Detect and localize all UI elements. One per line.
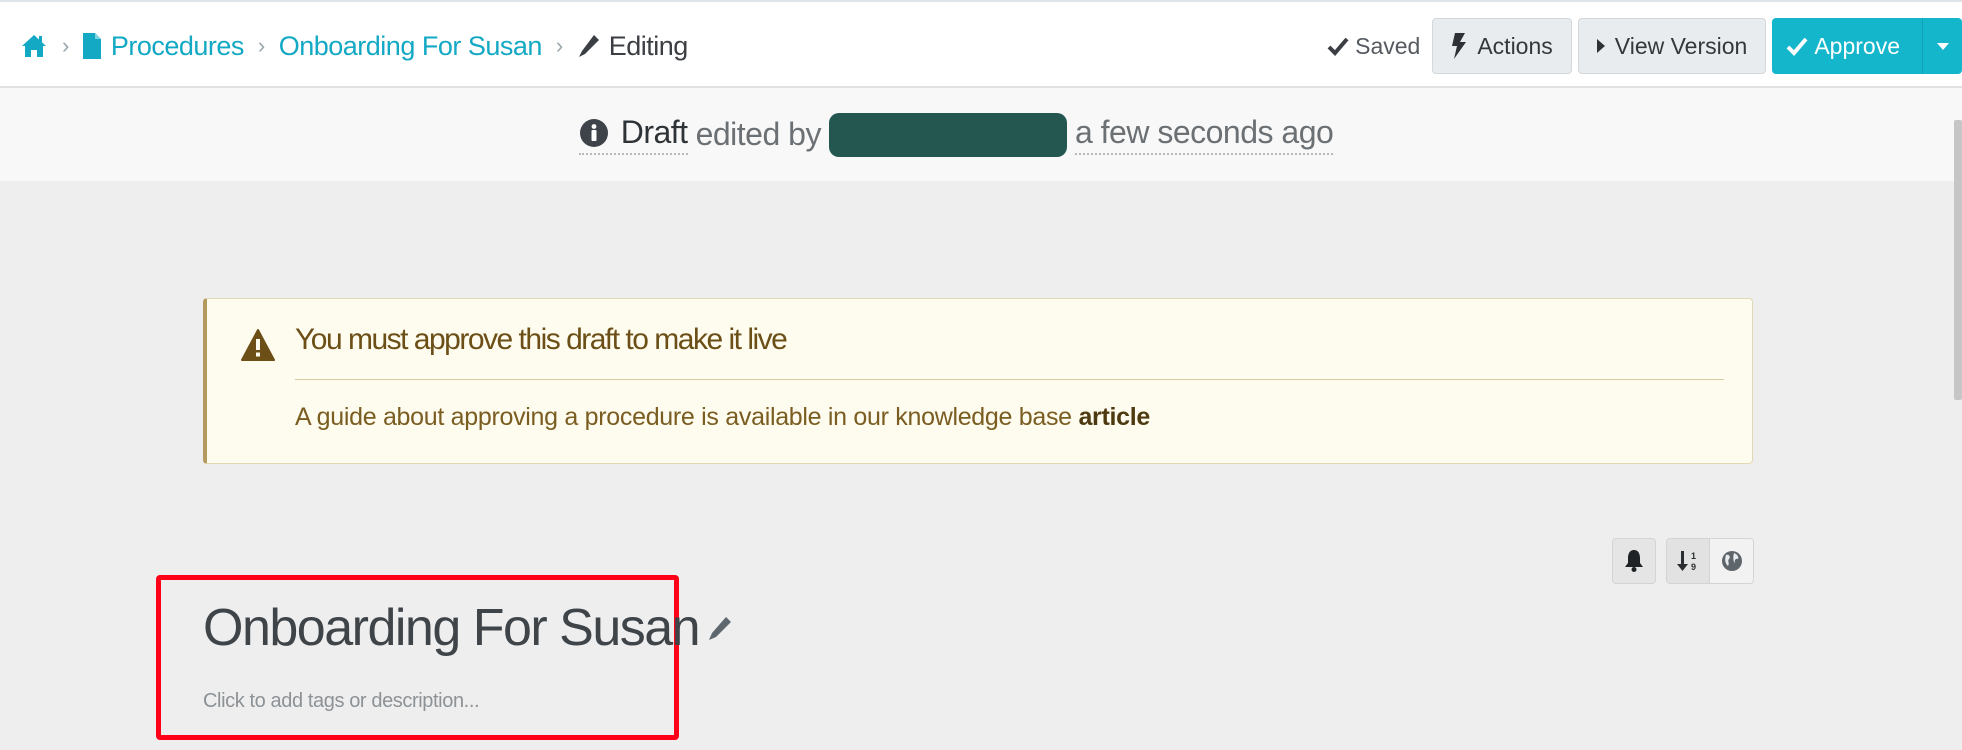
approve-button[interactable]: Approve bbox=[1772, 18, 1922, 74]
edit-title-icon[interactable] bbox=[707, 614, 733, 642]
saved-label: Saved bbox=[1355, 32, 1421, 59]
top-nav-bar: › Procedures › Onboarding For Susan › Ed… bbox=[0, 0, 1962, 88]
warning-icon bbox=[241, 329, 275, 366]
editor-name-redacted bbox=[828, 112, 1067, 157]
notice-body: A guide about approving a procedure is a… bbox=[295, 403, 1150, 432]
approve-label: Approve bbox=[1814, 32, 1900, 59]
file-icon bbox=[82, 33, 101, 59]
breadcrumb-current: Editing bbox=[577, 31, 688, 62]
toolbar: Saved Actions View Version Approve bbox=[1327, 18, 1962, 74]
breadcrumb-procedures-label: Procedures bbox=[110, 30, 245, 61]
notice-divider bbox=[295, 379, 1724, 380]
view-options-group: 1 9 bbox=[1666, 538, 1754, 584]
notice-title: You must approve this draft to make it l… bbox=[295, 323, 788, 356]
info-icon bbox=[579, 118, 609, 148]
edited-by-text: edited by bbox=[695, 116, 822, 152]
actions-label: Actions bbox=[1477, 32, 1553, 59]
draft-status[interactable]: Draft bbox=[578, 114, 688, 155]
bell-icon bbox=[1624, 549, 1644, 573]
actions-button[interactable]: Actions bbox=[1432, 18, 1572, 74]
check-icon bbox=[1786, 36, 1808, 56]
breadcrumb-procedure[interactable]: Onboarding For Susan bbox=[279, 31, 543, 62]
svg-text:1: 1 bbox=[1691, 551, 1696, 561]
view-version-label: View Version bbox=[1614, 32, 1748, 59]
tags-description-placeholder[interactable]: Click to add tags or description... bbox=[203, 690, 480, 713]
saved-status: Saved bbox=[1327, 33, 1420, 60]
language-button[interactable] bbox=[1710, 539, 1753, 583]
svg-text:9: 9 bbox=[1691, 562, 1696, 572]
home-icon[interactable] bbox=[20, 33, 48, 59]
notice-body-text: A guide about approving a procedure is a… bbox=[295, 403, 1079, 431]
caret-down-icon bbox=[1936, 42, 1949, 50]
sort-numeric-icon: 1 9 bbox=[1677, 549, 1699, 573]
breadcrumb: › Procedures › Onboarding For Susan › Ed… bbox=[20, 24, 688, 68]
scrollbar[interactable] bbox=[1954, 120, 1962, 400]
breadcrumb-separator: › bbox=[555, 33, 563, 58]
procedure-title-label: Onboarding For Susan bbox=[203, 599, 701, 657]
breadcrumb-separator: › bbox=[62, 33, 69, 58]
approval-notice: You must approve this draft to make it l… bbox=[203, 298, 1753, 464]
procedure-title[interactable]: Onboarding For Susan bbox=[203, 598, 733, 658]
approve-dropdown-toggle[interactable] bbox=[1922, 18, 1962, 74]
pencil-icon bbox=[577, 33, 601, 59]
sort-numeric-button[interactable]: 1 9 bbox=[1667, 539, 1710, 583]
check-icon bbox=[1327, 36, 1349, 56]
caret-right-icon bbox=[1596, 39, 1605, 53]
knowledge-base-article-link[interactable]: article bbox=[1078, 403, 1150, 431]
breadcrumb-procedures[interactable]: Procedures bbox=[82, 30, 245, 62]
breadcrumb-separator: › bbox=[257, 33, 265, 58]
bolt-icon bbox=[1451, 33, 1467, 59]
edited-time[interactable]: a few seconds ago bbox=[1074, 114, 1334, 155]
globe-icon bbox=[1721, 550, 1743, 572]
breadcrumb-current-label: Editing bbox=[608, 30, 689, 61]
draft-status-bar: Draft edited by a few seconds ago bbox=[0, 88, 1962, 181]
view-version-button[interactable]: View Version bbox=[1577, 18, 1767, 74]
notifications-button[interactable] bbox=[1612, 538, 1656, 584]
draft-status-label: Draft bbox=[620, 114, 688, 150]
